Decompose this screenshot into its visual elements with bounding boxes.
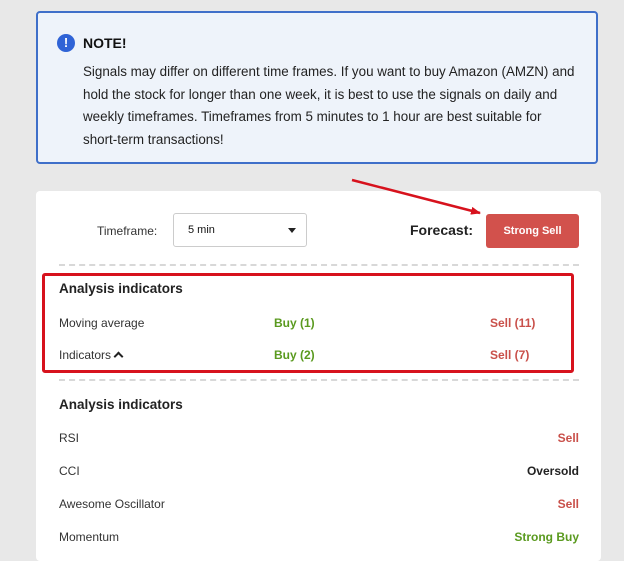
- annotation-arrow: [351, 178, 481, 215]
